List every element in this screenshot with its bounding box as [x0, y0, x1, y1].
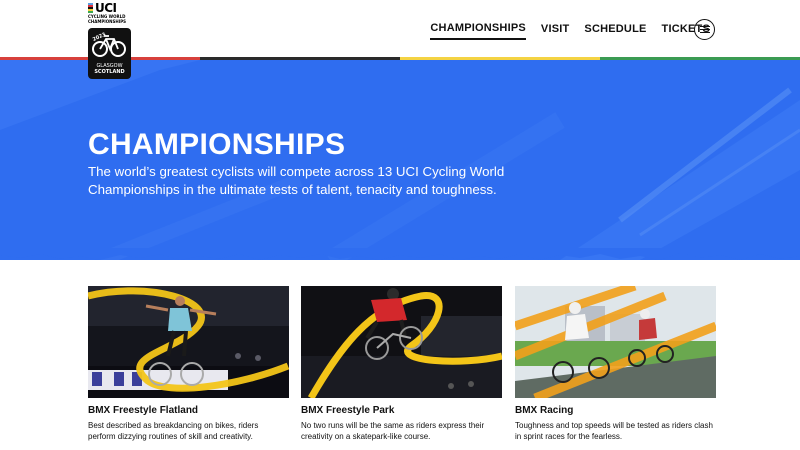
- card-title[interactable]: BMX Racing: [515, 405, 716, 416]
- uci-stripes: [88, 3, 93, 13]
- card-description: Toughness and top speeds will be tested …: [515, 421, 713, 441]
- card-image-flatland[interactable]: [88, 286, 289, 398]
- flatland-photo: [88, 286, 289, 398]
- nav-visit[interactable]: VISIT: [541, 23, 570, 39]
- hero-banner: CHAMPIONSHIPS The world’s greatest cycli…: [0, 60, 800, 260]
- uci-wordmark: UCI: [95, 1, 117, 15]
- page-title: CHAMPIONSHIPS: [88, 128, 346, 161]
- card-title[interactable]: BMX Freestyle Park: [301, 405, 502, 416]
- card-bmx-freestyle-park[interactable]: BMX Freestyle Park No two runs will be t…: [301, 286, 502, 442]
- uci-logo[interactable]: UCI CYCLING WORLD CHAMPIONSHIPS 2023 GLA…: [88, 2, 132, 79]
- site-header: UCI CYCLING WORLD CHAMPIONSHIPS 2023 GLA…: [0, 0, 800, 79]
- racing-photo: [515, 286, 716, 398]
- glasgow-event-badge[interactable]: 2023 GLASGOW SCOTLAND: [88, 28, 131, 79]
- badge-text: GLASGOW SCOTLAND: [88, 63, 131, 75]
- nav-championships[interactable]: CHAMPIONSHIPS: [430, 22, 526, 40]
- card-bmx-freestyle-flatland[interactable]: BMX Freestyle Flatland Best described as…: [88, 286, 289, 442]
- torn-edge-decoration: [0, 248, 800, 260]
- nav-schedule[interactable]: SCHEDULE: [584, 23, 646, 39]
- card-title[interactable]: BMX Freestyle Flatland: [88, 405, 289, 416]
- card-description: No two runs will be the same as riders e…: [301, 421, 485, 441]
- hamburger-icon[interactable]: [694, 19, 715, 40]
- bicycle-icon: 2023: [92, 31, 126, 57]
- hero-description: The world’s greatest cyclists will compe…: [88, 164, 505, 197]
- main-nav: CHAMPIONSHIPS VISIT SCHEDULE TICKETS: [415, 22, 710, 40]
- uci-mark: UCI: [88, 2, 132, 14]
- park-photo: [301, 286, 502, 398]
- card-image-racing[interactable]: [515, 286, 716, 398]
- badge-country: SCOTLAND: [94, 69, 125, 75]
- discipline-cards: BMX Freestyle Flatland Best described as…: [88, 286, 716, 446]
- card-description: Best described as breakdancing on bikes,…: [88, 421, 259, 441]
- card-image-park[interactable]: [301, 286, 502, 398]
- uci-subtitle: CYCLING WORLD CHAMPIONSHIPS: [88, 14, 127, 24]
- card-bmx-racing[interactable]: BMX Racing Toughness and top speeds will…: [515, 286, 716, 442]
